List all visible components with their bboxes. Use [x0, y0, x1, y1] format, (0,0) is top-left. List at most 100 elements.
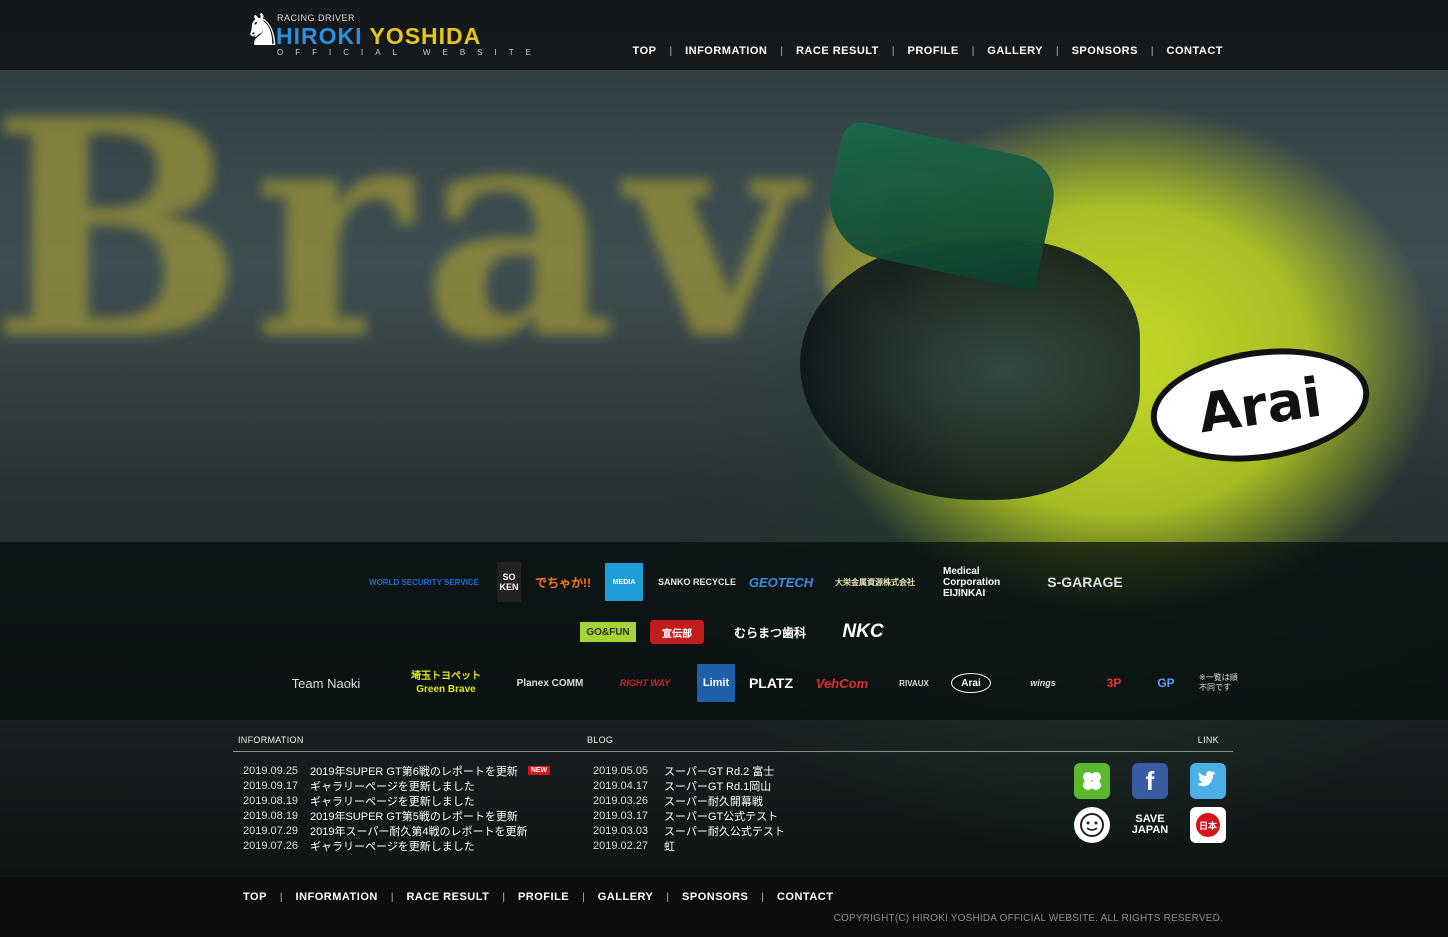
information-date: 2019.07.26	[243, 839, 299, 852]
nav-race-result[interactable]: RACE RESULT	[796, 45, 879, 57]
sponsor-muramatsu-dental[interactable]: むらまつ歯科	[718, 620, 822, 644]
nihon-badge[interactable]: 日本	[1190, 807, 1226, 843]
facebook-icon[interactable]: f	[1132, 763, 1168, 799]
blog-item[interactable]: 2019.03.03 スーパー耐久公式テスト	[593, 823, 785, 838]
sponsor-dechaka[interactable]: でちゃか!!	[535, 567, 591, 597]
nihon-label: 日本	[1196, 813, 1220, 837]
blog-title: スーパーGT Rd.1岡山	[664, 780, 772, 793]
information-title: ギャラリーページを更新しました	[310, 780, 475, 793]
information-item[interactable]: 2019.08.19 ギャラリーページを更新しました	[243, 793, 550, 808]
footer-nav-separator: |	[666, 891, 670, 903]
sponsor-row-3: Team Naoki 埼玉トヨペット Green Brave Planex CO…	[265, 664, 1259, 702]
footer-nav-separator: |	[502, 891, 505, 903]
blog-item[interactable]: 2019.04.17 スーパーGT Rd.1岡山	[593, 778, 785, 793]
sponsor-gp[interactable]: GP	[1147, 671, 1185, 695]
footer-nav-profile[interactable]: PROFILE	[518, 891, 569, 903]
sponsor-planex[interactable]: Planex COMM	[507, 668, 593, 698]
blog-date: 2019.03.03	[593, 824, 649, 837]
twitter-icon[interactable]	[1190, 763, 1226, 799]
nav-information[interactable]: INFORMATION	[685, 45, 767, 57]
information-title: ギャラリーページを更新しました	[310, 795, 475, 808]
sponsor-saitama-toyopet[interactable]: 埼玉トヨペット Green Brave	[399, 666, 493, 700]
sponsor-arai[interactable]: Arai	[951, 673, 991, 693]
nav-profile[interactable]: PROFILE	[908, 45, 959, 57]
footer-nav-top[interactable]: TOP	[243, 891, 267, 903]
sponsor-eijinkai[interactable]: Medical Corporation EIJINKAI	[943, 566, 1035, 599]
link-heading: LINK	[1197, 735, 1219, 745]
blog-item[interactable]: 2019.03.17 スーパーGT公式テスト	[593, 808, 785, 823]
information-item[interactable]: 2019.07.26 ギャラリーページを更新しました	[243, 838, 550, 853]
sponsor-3p[interactable]: 3P	[1095, 671, 1133, 695]
logo-name-first: HIROKI	[276, 23, 363, 49]
logo-subtitle: OFFICIAL WEBSITE	[277, 48, 543, 57]
footer-nav-separator: |	[761, 891, 764, 903]
news-section: INFORMATION BLOG LINK 2019.09.25 2019年SUP…	[233, 730, 1233, 870]
sponsor-sanko-recycle[interactable]: SANKO RECYCLE	[657, 567, 737, 597]
sponsor-soken[interactable]: SO KEN	[497, 562, 521, 602]
blog-date: 2019.02.27	[593, 839, 649, 852]
sponsor-s-garage[interactable]: S-GARAGE	[1047, 567, 1122, 597]
footer-nav-separator: |	[582, 891, 585, 903]
sponsor-nkc[interactable]: NKC	[836, 620, 890, 644]
sponsor-daiei-metal[interactable]: 大栄金属資源株式会社	[821, 567, 929, 597]
logo-tagline: RACING DRIVER	[277, 13, 356, 23]
nav-contact[interactable]: CONTACT	[1167, 45, 1223, 57]
sponsor-wings[interactable]: wings	[1005, 673, 1081, 693]
nav-separator: |	[891, 45, 895, 57]
blog-item[interactable]: 2019.05.05 スーパーGT Rd.2 富士	[593, 763, 785, 778]
footer-nav-information[interactable]: INFORMATION	[296, 891, 378, 903]
clover-icon[interactable]	[1074, 763, 1110, 799]
information-date: 2019.07.29	[243, 824, 299, 837]
logo-name-last: YOSHIDA	[369, 23, 482, 49]
nav-separator: |	[971, 45, 975, 57]
information-date: 2019.09.25	[243, 764, 299, 777]
blog-title: スーパー耐久公式テスト	[664, 825, 785, 838]
information-title: ギャラリーページを更新しました	[310, 840, 475, 853]
sponsor-platz[interactable]: PLATZ	[749, 671, 793, 695]
sponsor-senden-bu[interactable]: 宣伝部	[650, 620, 704, 644]
information-date: 2019.09.17	[243, 779, 299, 792]
sponsor-banner: WORLD SECURITY SERVICE SO KEN でちゃか!! MED…	[0, 542, 1448, 720]
information-title: 2019年SUPER GT第6戦のレポートを更新	[310, 765, 518, 778]
sponsor-rivaux[interactable]: RIVAUX	[891, 671, 937, 695]
save-japan-badge[interactable]: SAVE JAPAN	[1130, 807, 1170, 843]
sponsor-team-naoki[interactable]: Team Naoki	[265, 668, 387, 698]
blog-item[interactable]: 2019.02.27 虹	[593, 838, 785, 853]
helmet-brand-logo: Arai	[1143, 335, 1377, 475]
blog-date: 2019.05.05	[593, 764, 649, 777]
sponsor-row-1: WORLD SECURITY SERVICE SO KEN でちゃか!! MED…	[365, 562, 1135, 602]
nav-gallery[interactable]: GALLERY	[987, 45, 1043, 57]
site-logo[interactable]: ♞ RACING DRIVER HIROKI YOSHIDA OFFICIAL …	[243, 8, 533, 60]
footer-nav-contact[interactable]: CONTACT	[777, 891, 833, 903]
information-list: 2019.09.25 2019年SUPER GT第6戦のレポートを更新 NEW 20…	[243, 763, 551, 853]
nav-top[interactable]: TOP	[633, 45, 657, 57]
footer-nav-separator: |	[390, 891, 394, 903]
blog-heading: BLOG	[587, 735, 614, 745]
sponsor-right-way[interactable]: RIGHT WAY	[607, 673, 683, 693]
smile-badge-icon[interactable]	[1074, 807, 1110, 843]
blog-item[interactable]: 2019.03.26 スーパー耐久開幕戦	[593, 793, 785, 808]
information-item[interactable]: 2019.09.25 2019年SUPER GT第6戦のレポートを更新 NEW	[243, 763, 551, 778]
footer-nav-sponsors[interactable]: SPONSORS	[682, 891, 748, 903]
footer-nav-gallery[interactable]: GALLERY	[598, 891, 654, 903]
footer-nav-separator: |	[279, 891, 283, 903]
footer-nav-race-result[interactable]: RACE RESULT	[406, 891, 489, 903]
sponsor-geotech[interactable]: GEOTECH	[749, 567, 813, 597]
sponsor-go-and-fun[interactable]: GO&FUN	[580, 622, 636, 642]
information-title: 2019年スーパー耐久第4戦のレポートを更新	[310, 825, 528, 838]
sponsor-world-security-service[interactable]: WORLD SECURITY SERVICE	[365, 567, 483, 597]
sponsor-vehcom[interactable]: VehCom	[807, 671, 877, 695]
sponsor-limit[interactable]: Limit	[697, 664, 735, 702]
blog-list: 2019.05.05 スーパーGT Rd.2 富士 2019.04.17 スーパーG…	[593, 763, 785, 853]
information-item[interactable]: 2019.08.19 2019年SUPER GT第5戦のレポートを更新	[243, 808, 550, 823]
information-heading: INFORMATION	[238, 735, 304, 745]
information-item[interactable]: 2019.07.29 2019年スーパー耐久第4戦のレポートを更新	[243, 823, 550, 838]
nav-separator: |	[780, 45, 783, 57]
helmet-shield	[800, 240, 1140, 500]
information-date: 2019.08.19	[243, 794, 299, 807]
site-footer: TOP | INFORMATION | RACE RESULT | PROFILE | …	[0, 877, 1448, 937]
sponsor-media[interactable]: MEDIA	[605, 563, 643, 601]
blog-date: 2019.03.26	[593, 794, 649, 807]
nav-sponsors[interactable]: SPONSORS	[1072, 45, 1138, 57]
information-item[interactable]: 2019.09.17 ギャラリーページを更新しました	[243, 778, 550, 793]
